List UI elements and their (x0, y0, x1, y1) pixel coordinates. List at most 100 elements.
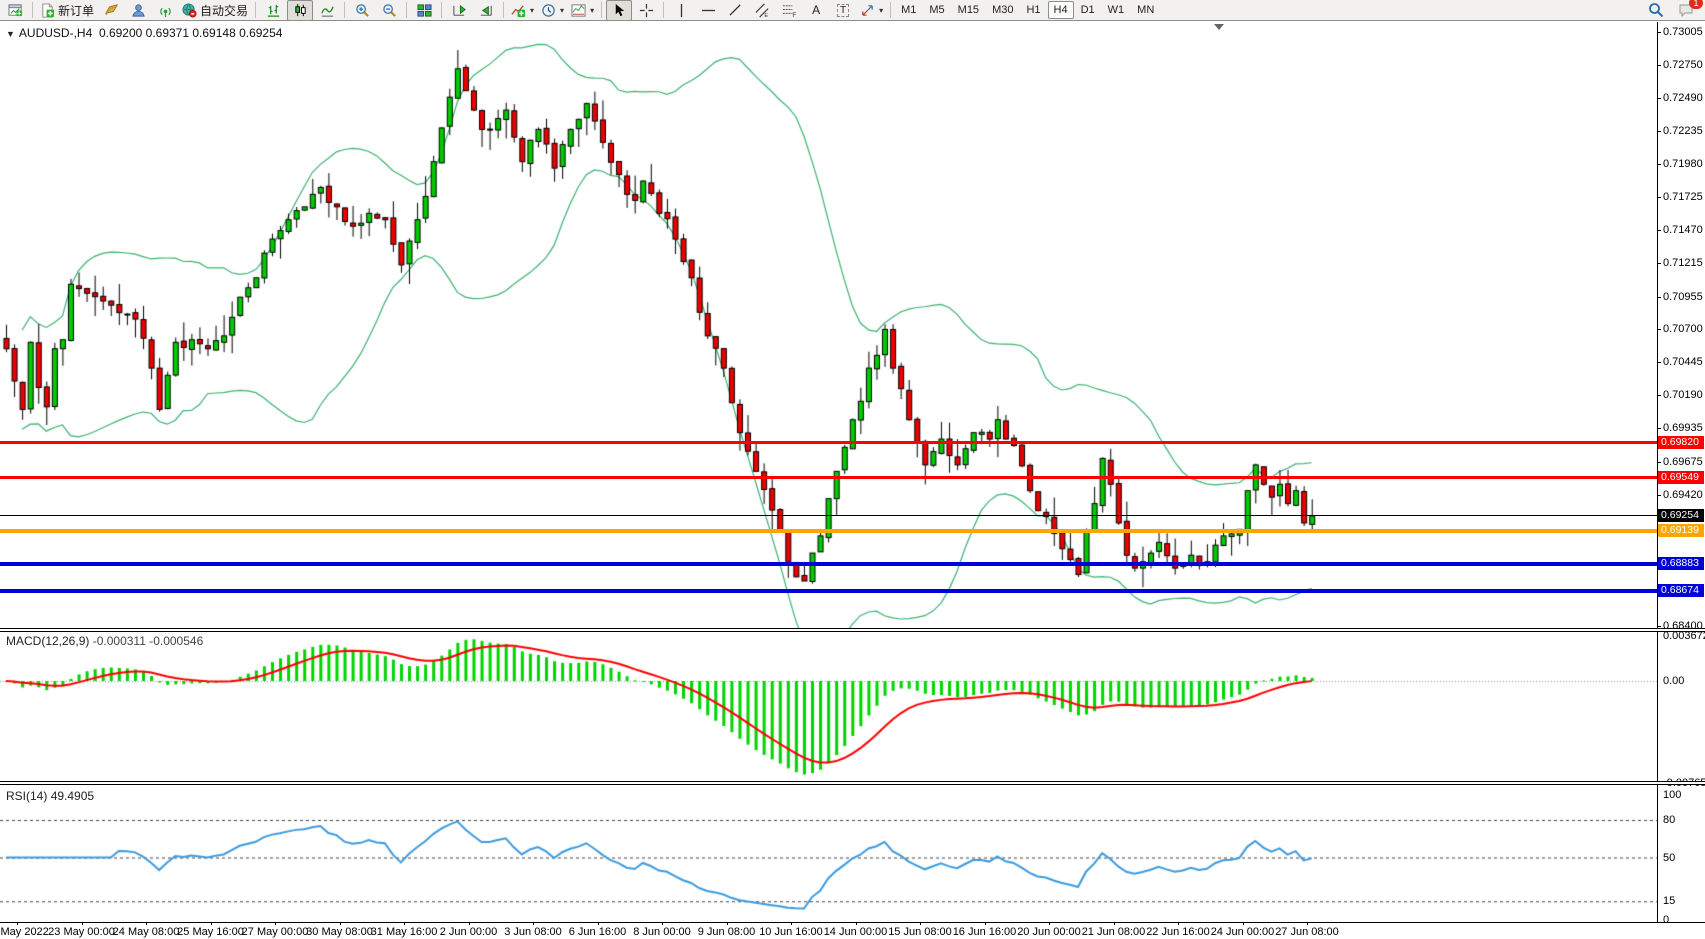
symbol-dropdown-icon[interactable]: ▼ (6, 29, 15, 39)
crosshair-icon (639, 3, 654, 18)
candle-chart-button[interactable] (287, 0, 313, 21)
timeframe-d1-button[interactable]: D1 (1075, 1, 1101, 19)
zoom-out-button[interactable] (376, 0, 402, 21)
indicators-icon (511, 3, 526, 18)
macd-indicator-label: MACD(12,26,9) -0.000311 -0.000546 (6, 634, 203, 648)
crosshair-tool-button[interactable] (633, 0, 659, 21)
price-level-line[interactable] (0, 476, 1657, 479)
date-axis-label: 15 Jun 08:00 (888, 926, 952, 938)
line-chart-button[interactable] (314, 0, 340, 21)
date-axis-tick (920, 922, 921, 925)
price-axis-tick: 0.72750 (1663, 59, 1705, 71)
autotrading-icon (182, 3, 197, 18)
toolbar-separator (503, 2, 504, 18)
text-tool-button[interactable]: A (803, 0, 829, 21)
price-axis-tick: 0.71215 (1663, 257, 1705, 269)
bar-chart-button[interactable] (260, 0, 286, 21)
timeframe-w1-button[interactable]: W1 (1102, 1, 1131, 19)
date-axis-tick (1307, 922, 1308, 925)
pane-separator-macd[interactable] (0, 628, 1705, 632)
periods-clock-icon (541, 3, 556, 18)
timeframe-h4-button[interactable]: H4 (1048, 1, 1074, 19)
periods-button[interactable]: ▾ (538, 0, 567, 21)
price-axis-tick: 0.71470 (1663, 224, 1705, 236)
signals-button[interactable] (152, 0, 178, 21)
svg-text:F: F (792, 12, 796, 18)
vertical-line-icon (674, 3, 689, 18)
date-axis-tick (985, 922, 986, 925)
date-axis-tick (275, 922, 276, 925)
date-axis-tick (1049, 922, 1050, 925)
date-axis-label: 20 Jun 00:00 (1017, 926, 1081, 938)
price-axis-tick: 0.70190 (1663, 389, 1705, 401)
date-axis-label: 16 Jun 16:00 (953, 926, 1017, 938)
auto-scroll-button[interactable] (473, 0, 499, 21)
date-axis-label: 31 May 16:00 (371, 926, 438, 938)
rsi-axis-tick: 80 (1663, 814, 1705, 826)
new-chart-button[interactable] (2, 0, 28, 21)
horizontal-line-icon (701, 3, 716, 18)
price-axis-tick: 0.69420 (1663, 489, 1705, 501)
pane-separator-rsi[interactable] (0, 781, 1705, 785)
periods-dropdown-caret: ▾ (560, 6, 564, 15)
price-level-label: 0.69820 (1658, 436, 1704, 449)
ohlc-values: 0.69200 0.69371 0.69148 0.69254 (99, 26, 283, 40)
date-axis-label: 27 Jun 08:00 (1275, 926, 1339, 938)
price-level-line[interactable] (0, 515, 1657, 516)
zoom-in-button[interactable] (349, 0, 375, 21)
price-level-line[interactable] (0, 562, 1657, 566)
cursor-tool-button[interactable] (606, 0, 632, 21)
community-button[interactable] (125, 0, 151, 21)
price-axis-tick: 0.71725 (1663, 191, 1705, 203)
new-order-button[interactable]: 新订单 (37, 0, 97, 21)
price-axis-tick-mark (1657, 197, 1661, 198)
trendline-tool-button[interactable] (722, 0, 748, 21)
price-level-line[interactable] (0, 529, 1657, 533)
price-chart-canvas[interactable] (0, 22, 1657, 939)
timeframe-m15-button[interactable]: M15 (952, 1, 985, 19)
date-axis-tick (146, 922, 147, 925)
horizontal-line-tool-button[interactable] (695, 0, 721, 21)
indicators-dropdown-caret: ▾ (530, 6, 534, 15)
timeframe-m5-button[interactable]: M5 (923, 1, 950, 19)
fibonacci-tool-button[interactable]: F (776, 0, 802, 21)
timeframe-m1-button[interactable]: M1 (895, 1, 922, 19)
chart-shift-button[interactable] (446, 0, 472, 21)
date-axis-tick (662, 922, 663, 925)
search-icon (1648, 2, 1664, 18)
price-level-line[interactable] (0, 589, 1657, 593)
new-chart-icon (8, 3, 23, 18)
notifications-button[interactable]: 1 (1673, 0, 1699, 21)
search-button[interactable] (1643, 0, 1669, 21)
indicators-button[interactable]: ▾ (508, 0, 537, 21)
date-axis-label: 25 May 16:00 (177, 926, 244, 938)
fibonacci-icon: F (782, 3, 797, 18)
timeframe-h1-button[interactable]: H1 (1020, 1, 1046, 19)
toolbar-separator (344, 2, 345, 18)
templates-icon (571, 3, 586, 18)
price-axis-tick-mark (1657, 98, 1661, 99)
timeframe-mn-button[interactable]: MN (1131, 1, 1160, 19)
autotrading-label: 自动交易 (200, 2, 248, 19)
timeframe-m30-button[interactable]: M30 (986, 1, 1019, 19)
rsi-value: 49.4905 (51, 789, 94, 803)
price-level-line[interactable] (0, 441, 1657, 444)
profiles-button[interactable] (98, 0, 124, 21)
tile-windows-button[interactable] (411, 0, 437, 21)
text-label-tool-button[interactable]: T (830, 0, 856, 21)
price-axis-tick-mark (1657, 395, 1661, 396)
chart-shift-marker[interactable] (1214, 24, 1224, 30)
vertical-line-tool-button[interactable] (668, 0, 694, 21)
channel-tool-button[interactable]: E (749, 0, 775, 21)
templates-button[interactable]: ▾ (568, 0, 597, 21)
date-axis-tick (1178, 922, 1179, 925)
zoom-out-icon (382, 3, 397, 18)
price-axis-tick-mark (1657, 65, 1661, 66)
arrows-tool-button[interactable]: ▾ (857, 0, 886, 21)
symbol-label: AUDUSD-,H4 (19, 26, 92, 40)
date-axis-label: 22 Jun 16:00 (1146, 926, 1210, 938)
tile-windows-icon (417, 3, 432, 18)
price-level-label: 0.69254 (1658, 509, 1704, 522)
autotrading-button[interactable]: 自动交易 (179, 0, 251, 21)
date-axis-tick (1114, 922, 1115, 925)
